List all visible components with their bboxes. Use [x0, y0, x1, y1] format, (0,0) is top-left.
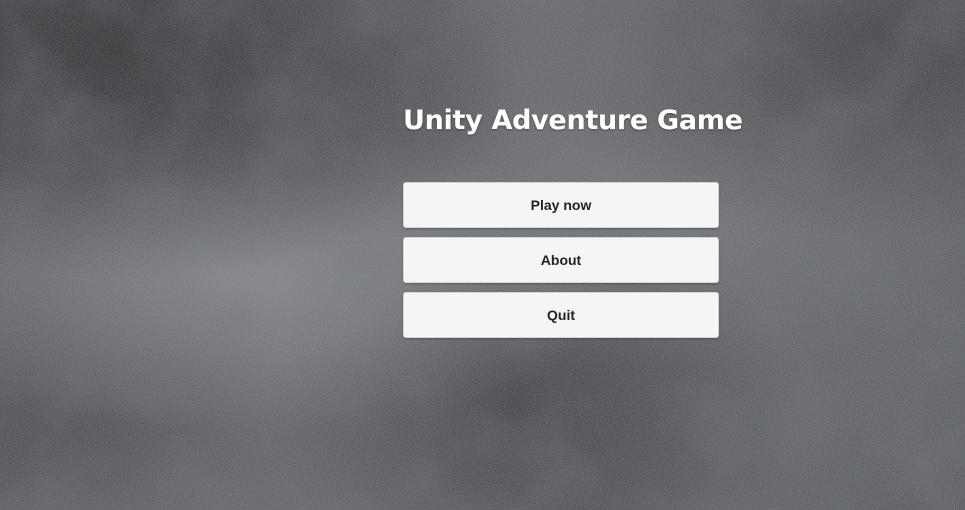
quit-button[interactable]: Quit [403, 292, 719, 338]
play-now-button[interactable]: Play now [403, 182, 719, 228]
game-title: Unity Adventure Game [403, 105, 743, 136]
about-button[interactable]: About [403, 237, 719, 283]
